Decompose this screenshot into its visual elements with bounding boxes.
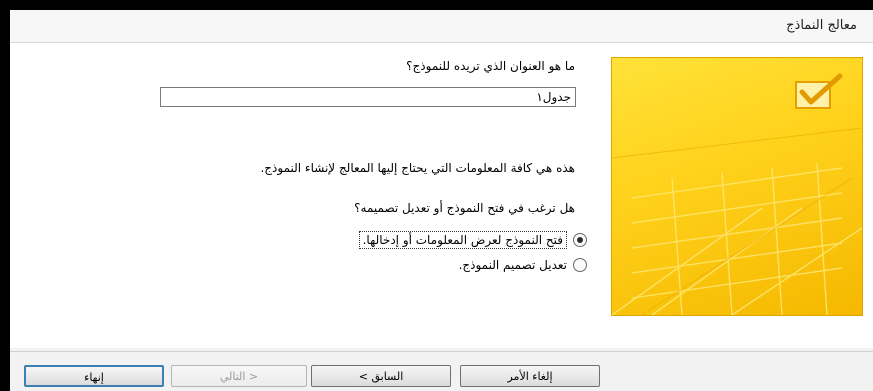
radio-button-selected[interactable] (573, 233, 587, 247)
option-open-form[interactable]: فتح النموذج لعرض المعلومات أو إدخالها. (358, 231, 587, 249)
checkmark-icon (795, 73, 843, 109)
option-open-form-label: فتح النموذج لعرض المعلومات أو إدخالها. (358, 231, 567, 249)
screen-border-left (0, 0, 10, 391)
option-modify-design-label: تعديل تصميم النموذج. (458, 258, 567, 272)
form-title-input[interactable] (160, 87, 576, 107)
back-button[interactable]: < السابق (311, 365, 451, 387)
footer-divider (10, 351, 873, 352)
info-text: هذه هي كافة المعلومات التي يحتاج إليها ا… (260, 161, 575, 175)
form-title-prompt: ما هو العنوان الذي تريده للنموذج؟ (406, 59, 575, 73)
screen-border-top (0, 0, 873, 10)
next-button[interactable]: التالي > (171, 365, 307, 387)
cancel-button[interactable]: إلغاء الأمر (460, 365, 600, 387)
finish-button[interactable]: إنهاء (24, 365, 164, 387)
dialog-title: معالج النماذج (786, 18, 857, 33)
radio-button[interactable] (573, 258, 587, 272)
title-bar: معالج النماذج (10, 10, 873, 43)
option-modify-design[interactable]: تعديل تصميم النموذج. (459, 258, 587, 272)
open-or-modify-question: هل ترغب في فتح النموذج أو تعديل تصميمه؟ (354, 201, 575, 215)
wizard-content: ما هو العنوان الذي تريده للنموذج؟ هذه هي… (10, 43, 873, 348)
form-wizard-dialog: معالج النماذج ما هو العنوان الذي تريده ل… (10, 10, 873, 391)
wizard-illustration (611, 57, 863, 316)
